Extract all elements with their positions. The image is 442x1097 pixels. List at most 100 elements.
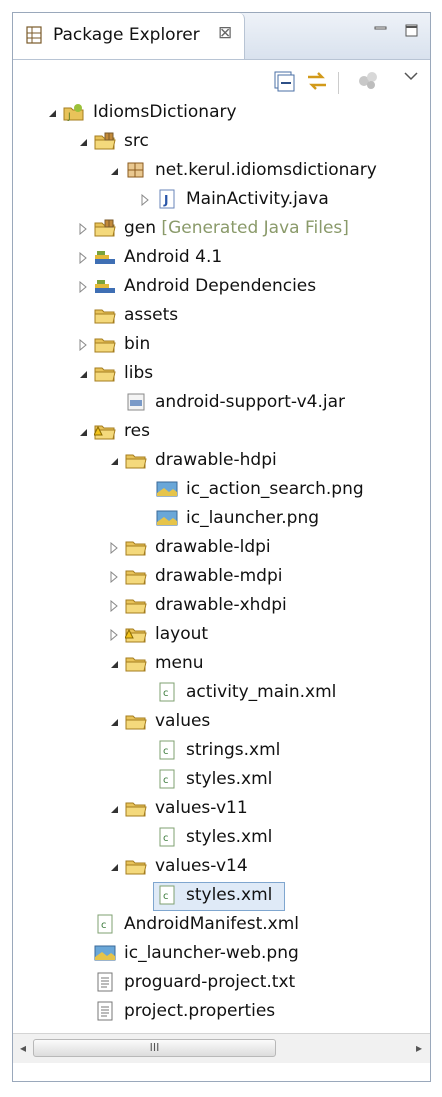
image-file-icon — [156, 479, 178, 499]
link-with-editor-icon[interactable] — [304, 68, 330, 94]
tree-item[interactable]: project.properties — [13, 997, 430, 1026]
expanded-arrow-icon[interactable] — [76, 417, 90, 446]
tab-package-explorer[interactable]: Package Explorer ⊠ — [13, 13, 245, 59]
tree-item-label: Android Dependencies — [124, 276, 317, 296]
image-file-icon — [156, 508, 178, 528]
collapse-all-icon[interactable] — [271, 68, 297, 94]
tree-item[interactable]: res — [13, 417, 430, 446]
tree-item[interactable]: ic_launcher.png — [13, 504, 430, 533]
expanded-arrow-icon[interactable] — [76, 359, 90, 388]
tree-item[interactable]: drawable-hdpi — [13, 446, 430, 475]
warning-folder-icon — [93, 421, 116, 441]
expanded-arrow-icon[interactable] — [107, 794, 121, 823]
tree-item-label: proguard-project.txt — [124, 972, 296, 992]
tree-item[interactable]: c strings.xml — [13, 736, 430, 765]
tree-item[interactable]: net.kerul.idiomsdictionary — [13, 156, 430, 185]
tree-item[interactable]: ic_action_search.png — [13, 475, 430, 504]
collapsed-arrow-icon[interactable] — [107, 620, 121, 649]
expanded-arrow-icon[interactable] — [107, 156, 121, 185]
focus-on-active-task-icon[interactable] — [355, 68, 381, 94]
view-tab-bar: Package Explorer ⊠ — [13, 13, 430, 60]
tree-item-label: drawable-mdpi — [155, 566, 283, 586]
collapsed-arrow-icon[interactable] — [76, 243, 90, 272]
collapsed-arrow-icon[interactable] — [107, 533, 121, 562]
tree-item-label: Android 4.1 — [124, 247, 223, 267]
tree-item[interactable]: drawable-xhdpi — [13, 591, 430, 620]
tree-item-label: layout — [155, 624, 209, 644]
close-icon[interactable]: ⊠ — [218, 23, 232, 43]
svg-text:J: J — [163, 193, 168, 207]
tree-item[interactable]: values — [13, 707, 430, 736]
collapsed-arrow-icon[interactable] — [76, 330, 90, 359]
xml-file-icon: c — [156, 740, 178, 760]
collapsed-arrow-icon[interactable] — [107, 591, 121, 620]
folder-icon — [94, 305, 116, 325]
collapsed-arrow-icon[interactable] — [138, 185, 152, 214]
expanded-arrow-icon[interactable] — [76, 127, 90, 156]
tree-item-label: styles.xml — [186, 827, 273, 847]
tree-item-label: IdiomsDictionary — [93, 102, 237, 122]
folder-icon — [125, 711, 147, 731]
tree-item-label: activity_main.xml — [186, 682, 337, 702]
scroll-left-icon[interactable]: ◂ — [15, 1039, 31, 1057]
android-project-icon: J — [63, 102, 85, 122]
tree-item[interactable]: android-support-v4.jar — [13, 388, 430, 417]
tree-item[interactable]: Android 4.1 — [13, 243, 430, 272]
collapsed-arrow-icon[interactable] — [76, 272, 90, 301]
tree-item[interactable]: c activity_main.xml — [13, 678, 430, 707]
tree-item[interactable]: c styles.xml — [13, 881, 430, 911]
collapsed-arrow-icon[interactable] — [76, 214, 90, 243]
view-menu-icon[interactable] — [398, 64, 424, 90]
tab-title: Package Explorer — [53, 25, 200, 45]
tree-item[interactable]: drawable-mdpi — [13, 562, 430, 591]
jar-file-icon — [125, 392, 147, 412]
tree-item[interactable]: c styles.xml — [13, 823, 430, 852]
tree-item-label: net.kerul.idiomsdictionary — [155, 160, 377, 180]
collapsed-arrow-icon[interactable] — [107, 562, 121, 591]
tree-item[interactable]: gen [Generated Java Files] — [13, 214, 430, 243]
folder-icon — [125, 653, 147, 673]
tree-item[interactable]: J MainActivity.java — [13, 185, 430, 214]
horizontal-scrollbar[interactable]: ◂ III ▸ — [13, 1033, 430, 1063]
tree-item-label: drawable-ldpi — [155, 537, 271, 557]
folder-icon — [125, 537, 147, 557]
tree-item[interactable]: assets — [13, 301, 430, 330]
xml-file-icon: c — [94, 914, 116, 934]
minimize-icon[interactable] — [372, 21, 390, 39]
scroll-right-icon[interactable]: ▸ — [411, 1039, 427, 1057]
expanded-arrow-icon[interactable] — [107, 446, 121, 475]
library-icon — [94, 276, 116, 296]
tree-item-label: drawable-xhdpi — [155, 595, 287, 615]
tree-item[interactable]: proguard-project.txt — [13, 968, 430, 997]
package-icon — [125, 160, 147, 180]
expanded-arrow-icon[interactable] — [107, 649, 121, 678]
tree-item[interactable]: drawable-ldpi — [13, 533, 430, 562]
tree-item[interactable]: values-v11 — [13, 794, 430, 823]
tree-item[interactable]: J IdiomsDictionary — [13, 98, 430, 127]
tree-item[interactable]: values-v14 — [13, 852, 430, 881]
expanded-arrow-icon[interactable] — [107, 852, 121, 881]
expanded-arrow-icon[interactable] — [45, 98, 59, 127]
tree-item[interactable]: menu — [13, 649, 430, 678]
tree-item-label: values-v14 — [155, 856, 248, 876]
tree-item-label: ic_action_search.png — [186, 479, 364, 499]
tree-item[interactable]: c AndroidManifest.xml — [13, 910, 430, 939]
tree-item-label: assets — [124, 305, 179, 325]
tree-item[interactable]: bin — [13, 330, 430, 359]
tree-item[interactable]: Android Dependencies — [13, 272, 430, 301]
tree-item[interactable]: libs — [13, 359, 430, 388]
tree-item-label: values — [155, 711, 211, 731]
tree-item[interactable]: ic_launcher-web.png — [13, 939, 430, 968]
expanded-arrow-icon[interactable] — [107, 707, 121, 736]
tree-item[interactable]: c styles.xml — [13, 765, 430, 794]
tree-item[interactable]: layout — [13, 620, 430, 649]
image-file-icon — [94, 943, 116, 963]
maximize-icon[interactable] — [403, 21, 421, 39]
tree-item[interactable]: src — [13, 127, 430, 156]
scrollbar-thumb[interactable]: III — [33, 1039, 276, 1057]
